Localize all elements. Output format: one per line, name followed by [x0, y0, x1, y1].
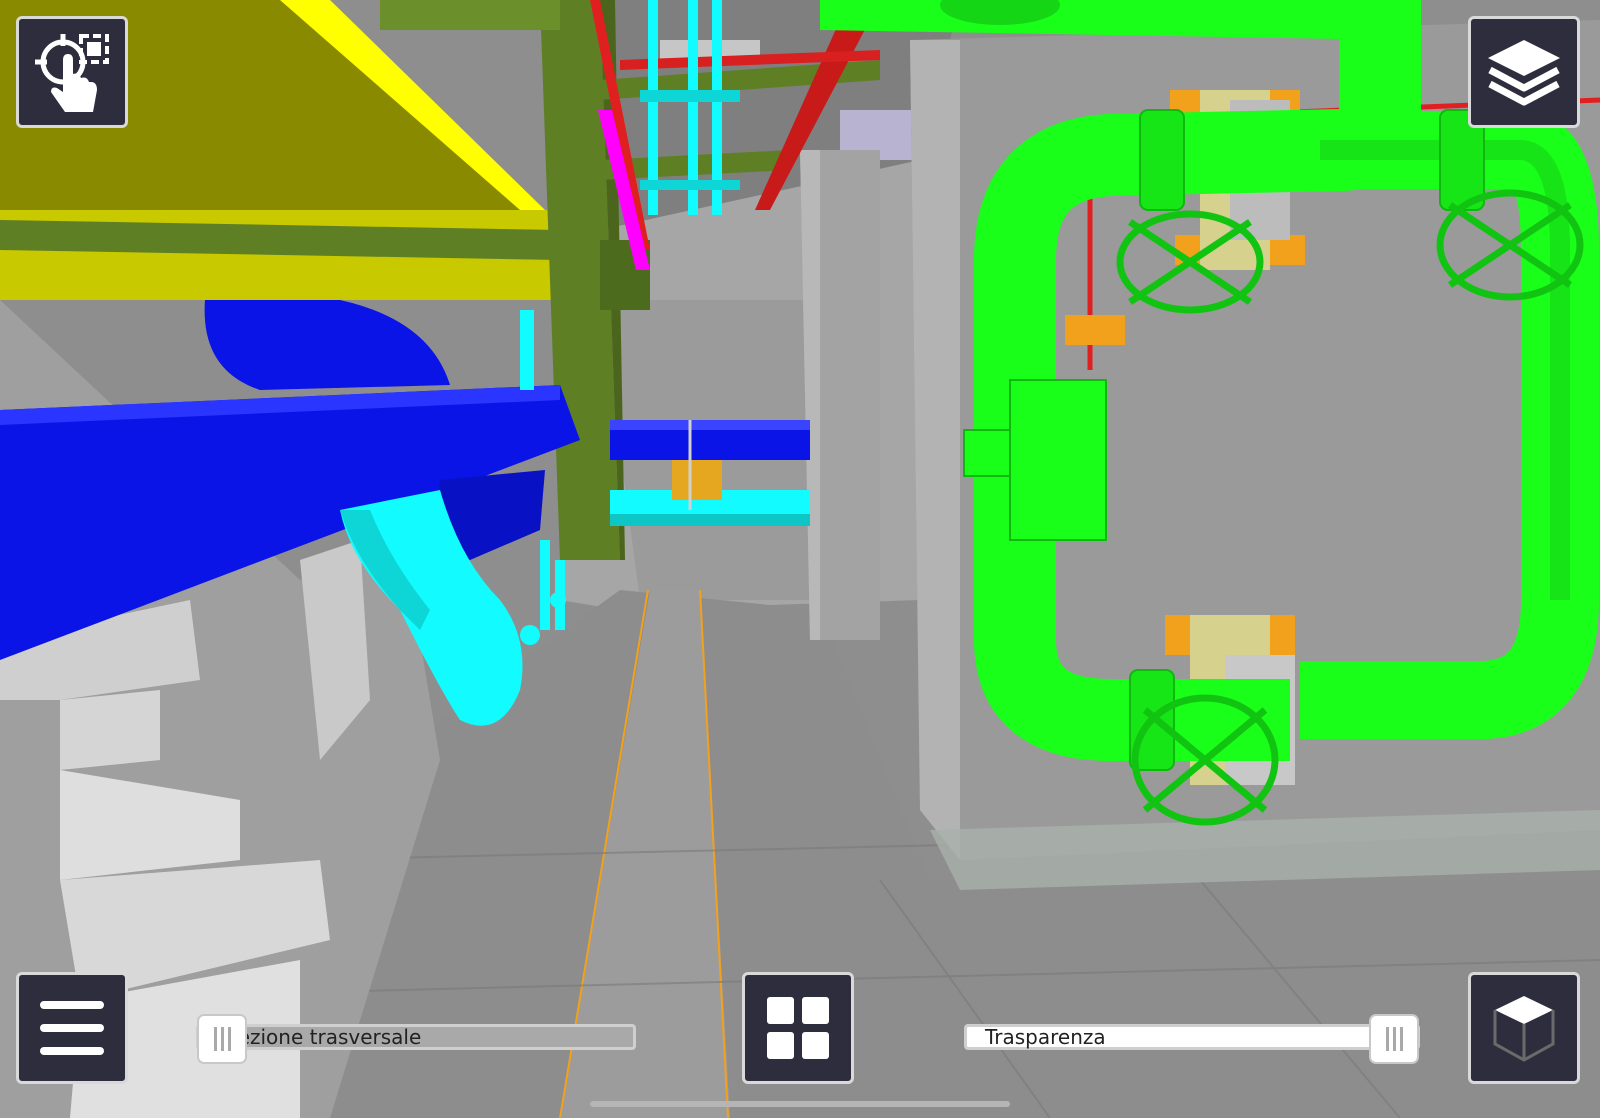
- section-slider-thumb[interactable]: [197, 1014, 247, 1064]
- section-slider[interactable]: Sezione trasversale: [196, 1014, 636, 1064]
- hamburger-menu-icon: [40, 1001, 104, 1055]
- transparency-slider[interactable]: Trasparenza: [964, 1014, 1420, 1064]
- transparency-slider-thumb[interactable]: [1369, 1014, 1419, 1064]
- layers-button[interactable]: [1468, 16, 1580, 128]
- grid-view-icon: [767, 997, 829, 1059]
- home-indicator: [590, 1101, 1010, 1107]
- select-tool-button[interactable]: [16, 16, 128, 128]
- section-slider-label: Sezione trasversale: [225, 1025, 422, 1049]
- cube-view-button[interactable]: [1468, 972, 1580, 1084]
- transparency-slider-label: Trasparenza: [985, 1025, 1106, 1049]
- grid-view-button[interactable]: [742, 972, 854, 1084]
- menu-button[interactable]: [16, 972, 128, 1084]
- layers-icon: [1488, 40, 1560, 106]
- cube-view-icon: [1493, 996, 1555, 1062]
- touch-select-icon: [35, 34, 109, 112]
- 3d-model-viewport[interactable]: [0, 0, 1600, 1118]
